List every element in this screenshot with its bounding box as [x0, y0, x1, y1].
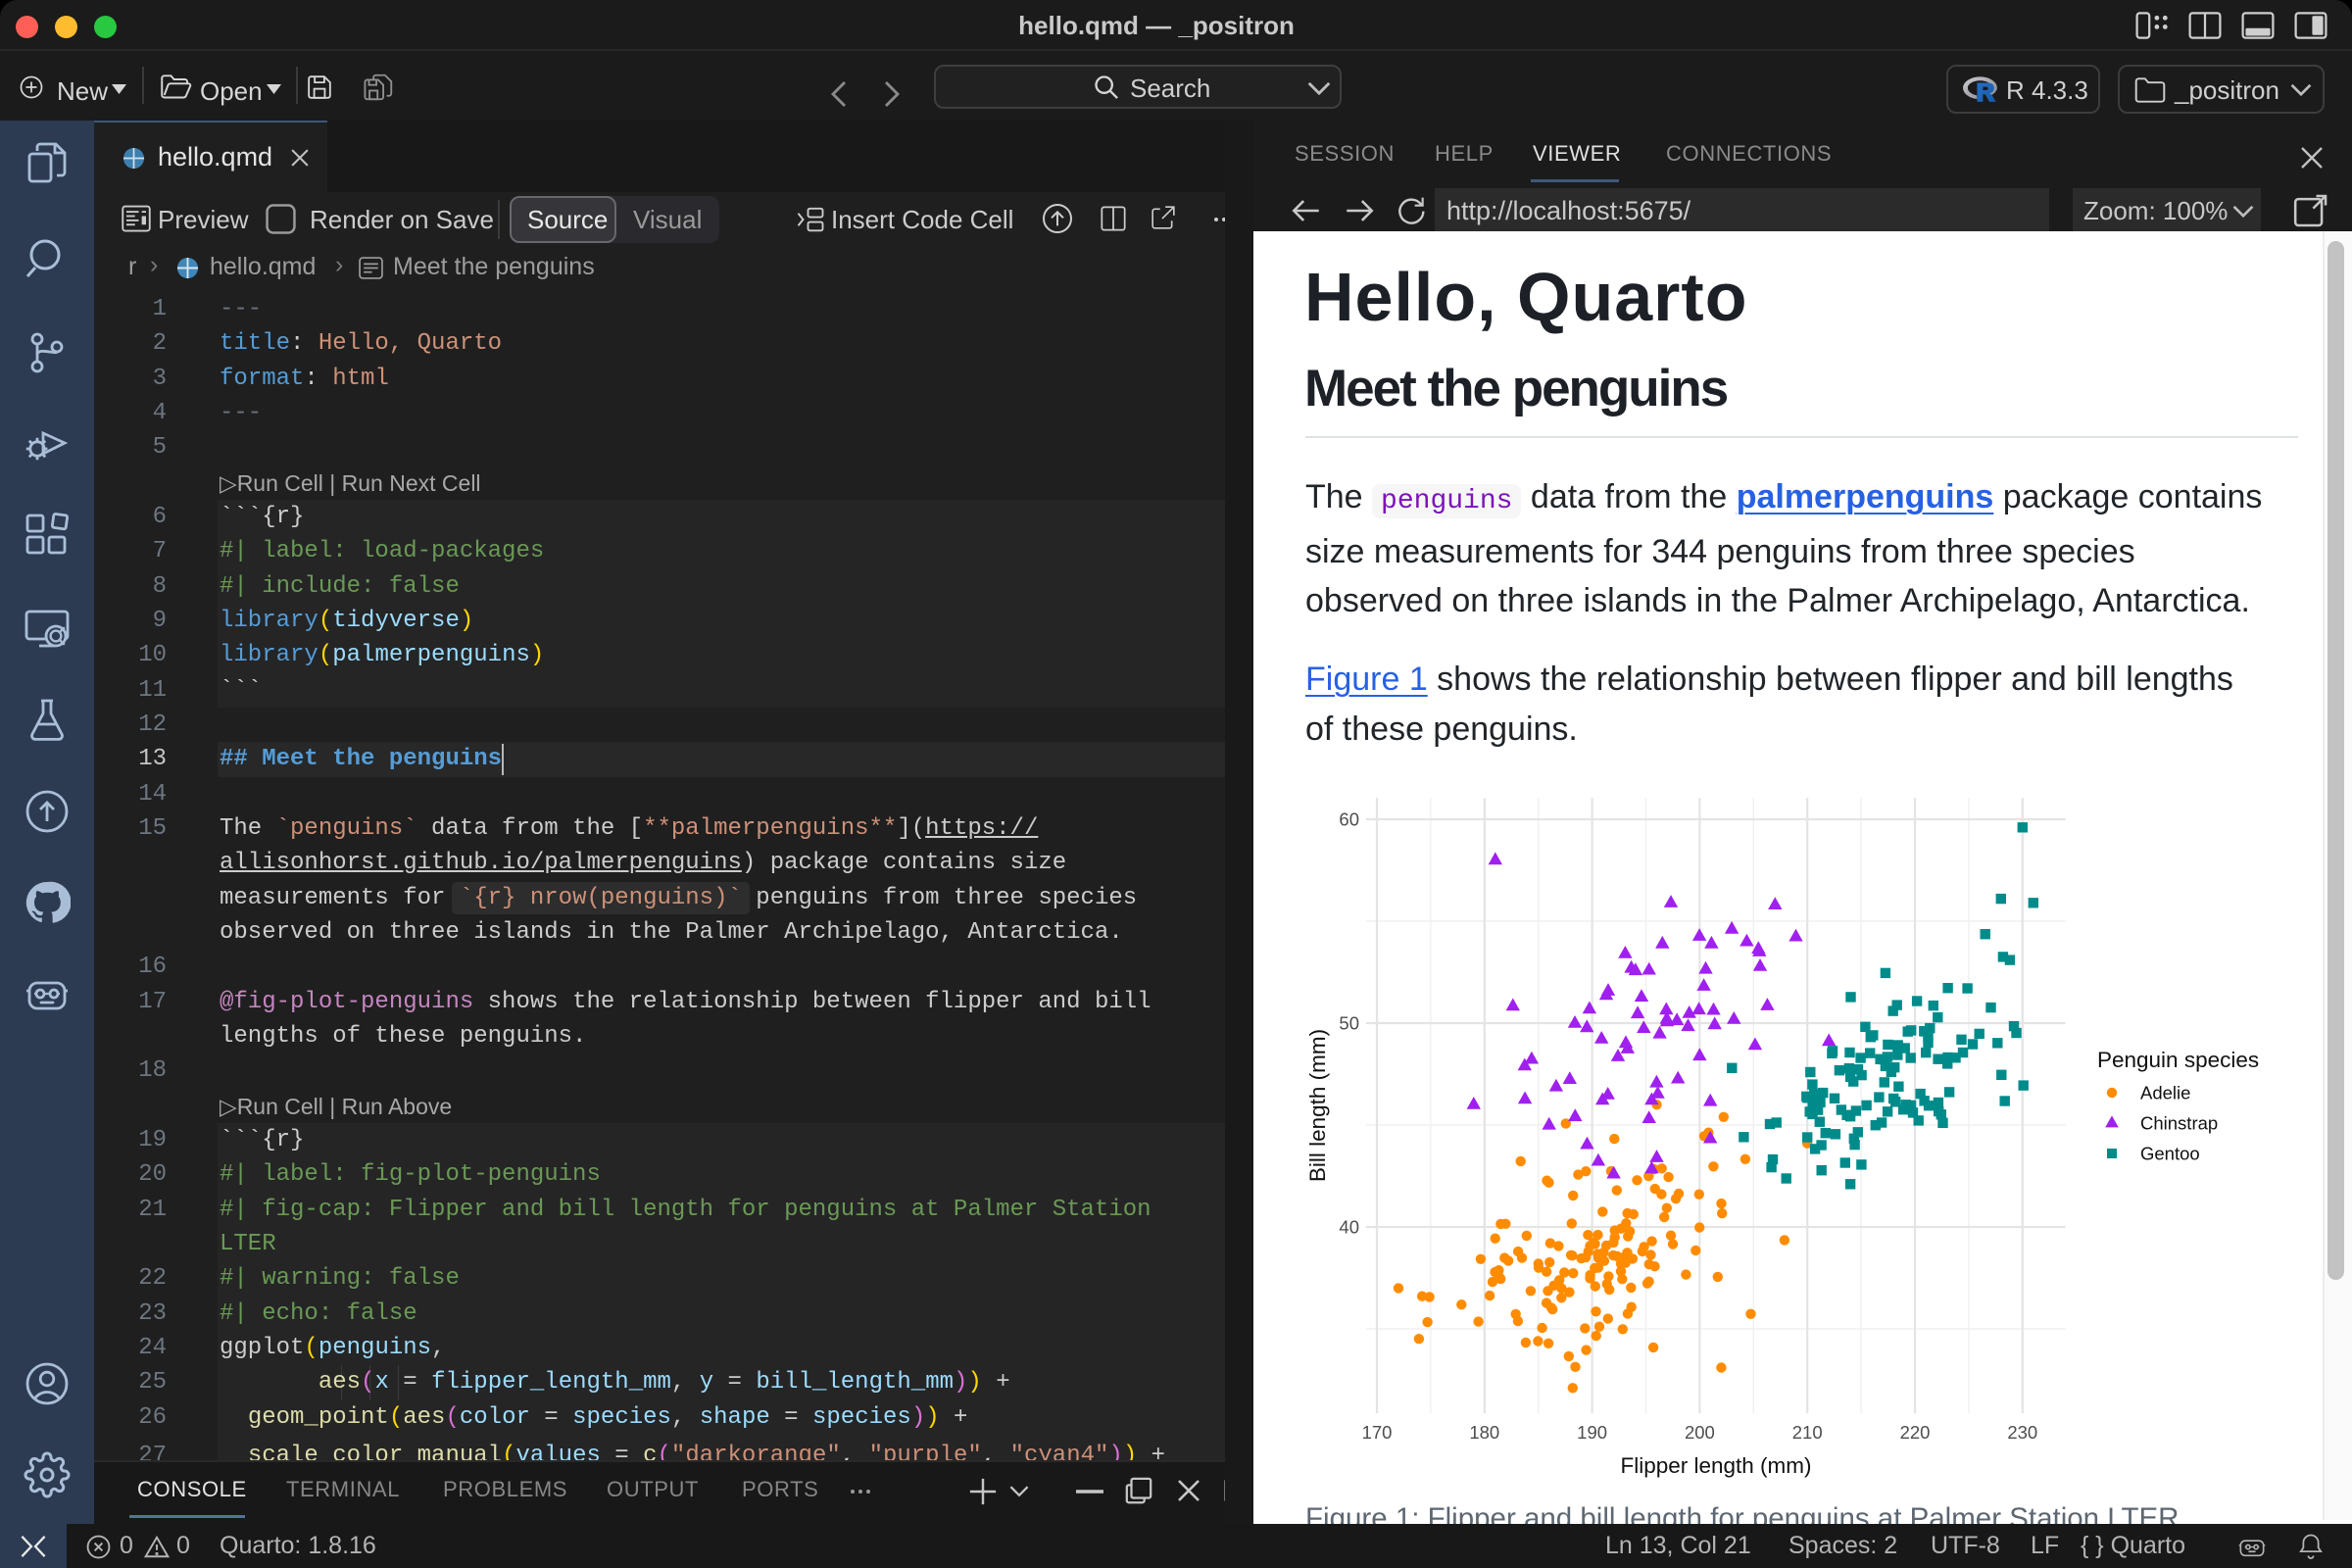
svg-text:200: 200: [1685, 1422, 1715, 1443]
svg-text:230: 230: [2007, 1422, 2037, 1443]
svg-text:50: 50: [1339, 1013, 1359, 1034]
svg-text:180: 180: [1469, 1422, 1499, 1443]
svg-text:40: 40: [1339, 1217, 1359, 1238]
svg-text:60: 60: [1339, 809, 1359, 830]
svg-text:Gentoo: Gentoo: [2140, 1144, 2200, 1164]
svg-text:Adelie: Adelie: [2140, 1083, 2190, 1103]
svg-text:Penguin species: Penguin species: [2097, 1048, 2259, 1072]
svg-text:Bill length (mm): Bill length (mm): [1305, 1029, 1330, 1182]
svg-text:190: 190: [1577, 1422, 1607, 1443]
svg-text:Chinstrap: Chinstrap: [2140, 1113, 2218, 1134]
svg-text:210: 210: [1792, 1422, 1823, 1443]
svg-text:220: 220: [1900, 1422, 1931, 1443]
svg-text:170: 170: [1362, 1422, 1393, 1443]
svg-text:Flipper length (mm): Flipper length (mm): [1620, 1453, 1811, 1478]
